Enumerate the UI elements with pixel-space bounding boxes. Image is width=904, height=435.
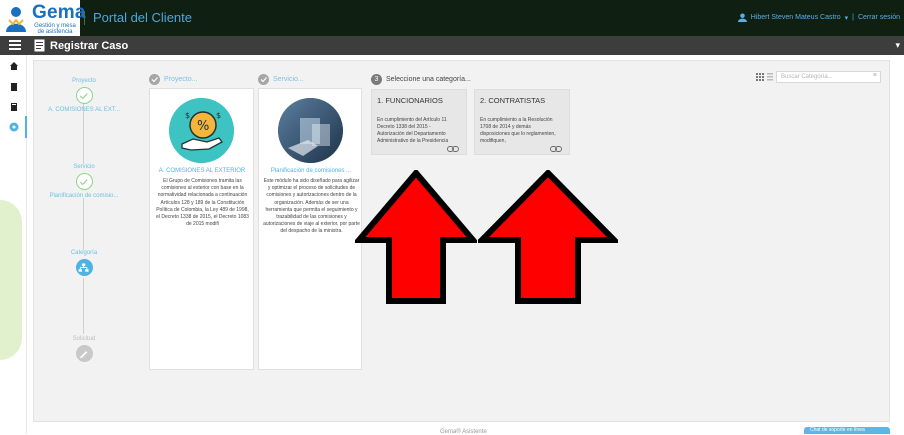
- red-arrow-left: [355, 170, 477, 304]
- service-column-title: Servicio...: [273, 76, 304, 83]
- user-menu[interactable]: Hibert Steven Mateus Castro ▾ | Cerrar s…: [737, 13, 900, 22]
- logo-title: Gema: [32, 2, 86, 23]
- chevron-down-icon[interactable]: ▾: [895, 40, 900, 51]
- background-decoration: [0, 200, 22, 360]
- service-card-title: Planificación de comisiones ...: [270, 168, 352, 174]
- project-card[interactable]: % $ $ A. COMISIONES AL EXTERIOR El Grupo…: [149, 88, 254, 370]
- stepper-line: [83, 104, 84, 164]
- logout-link[interactable]: Cerrar sesión: [858, 14, 900, 21]
- category-column-header: 3 Seleccione una categoría...: [371, 74, 471, 85]
- money-hand-icon: % $ $: [169, 98, 234, 163]
- footer-text: Gema® Asistente: [440, 429, 487, 435]
- separator: |: [852, 14, 854, 21]
- service-photo: [278, 98, 343, 163]
- stepper-line: [83, 278, 84, 334]
- svg-text:%: %: [197, 119, 209, 134]
- red-arrow-right: [478, 170, 618, 304]
- step-proyecto[interactable]: Proyecto A. COMISIONES AL EXT...: [38, 78, 130, 113]
- service-column-header: Servicio...: [258, 74, 304, 85]
- list-view-icon[interactable]: [767, 73, 773, 81]
- category-card-contratistas[interactable]: 2. CONTRATISTAS En cumplimiento a la Res…: [474, 89, 570, 155]
- pencil-icon: [75, 345, 93, 362]
- page-toolbar: [0, 36, 904, 55]
- logo[interactable]: Gema Gestión y mesa de asistencia: [0, 0, 85, 36]
- active-indicator: [25, 116, 27, 138]
- logo-person-icon: [6, 7, 26, 32]
- user-name[interactable]: Hibert Steven Mateus Castro: [751, 14, 841, 21]
- step-label: Servicio: [73, 164, 95, 170]
- clipboard-icon[interactable]: [9, 82, 19, 92]
- book-icon[interactable]: [9, 102, 19, 112]
- svg-text:$: $: [185, 111, 190, 120]
- category-description: En cumplimiento del Artículo 11 Decreto …: [377, 117, 449, 144]
- project-column-title: Proyecto...: [164, 76, 198, 83]
- step-label: Proyecto: [72, 78, 96, 84]
- logo-subtitle: Gestión y mesa de asistencia: [34, 23, 76, 35]
- step-value: Planificación de comisio...: [49, 193, 119, 199]
- service-card-description: Este módulo ha sido diseñado para agiliz…: [263, 178, 360, 235]
- check-icon: [75, 173, 93, 190]
- step-solicitud[interactable]: Solicitud: [38, 336, 130, 365]
- chevron-down-icon[interactable]: ▾: [845, 14, 849, 22]
- category-column-title: Seleccione una categoría...: [386, 76, 471, 83]
- clear-icon[interactable]: ×: [873, 72, 877, 79]
- portal-title: Portal del Cliente: [84, 11, 192, 25]
- category-title: 1. FUNCIONARIOS: [377, 96, 443, 105]
- check-icon: [258, 74, 269, 85]
- page-title: Registrar Caso: [50, 40, 129, 52]
- active-step-icon[interactable]: [9, 122, 19, 132]
- link-icon[interactable]: [447, 146, 459, 152]
- grid-view-icon[interactable]: [756, 73, 764, 81]
- support-chat-button[interactable]: Chat de soporte en línea: [804, 427, 890, 434]
- home-icon[interactable]: [9, 61, 19, 71]
- side-tab[interactable]: [896, 62, 904, 132]
- hamburger-menu-icon[interactable]: [9, 40, 21, 51]
- category-card-funcionarios[interactable]: 1. FUNCIONARIOS En cumplimiento del Artí…: [371, 89, 467, 155]
- category-title: 2. CONTRATISTAS: [480, 96, 546, 105]
- step-servicio[interactable]: Servicio Planificación de comisio...: [38, 164, 130, 199]
- check-icon: [75, 87, 93, 104]
- project-column-header: Proyecto...: [149, 74, 197, 85]
- service-card[interactable]: Planificación de comisiones ... Este mód…: [258, 88, 362, 370]
- project-card-description: El Grupo de Comisiones tramita las comis…: [156, 178, 249, 228]
- user-icon: [737, 13, 747, 22]
- support-chat-label: Chat de soporte en línea: [810, 427, 865, 433]
- category-search-input[interactable]: Buscar Categoría... ×: [776, 71, 881, 83]
- svg-text:$: $: [216, 111, 221, 120]
- sitemap-icon: [75, 259, 93, 276]
- check-icon: [149, 74, 160, 85]
- step-label: Categoría: [70, 250, 98, 256]
- link-icon[interactable]: [550, 146, 562, 152]
- step-number-badge: 3: [371, 74, 382, 85]
- step-value: A. COMISIONES AL EXT...: [48, 107, 120, 113]
- search-placeholder: Buscar Categoría...: [781, 74, 833, 80]
- step-categoria[interactable]: Categoría: [38, 250, 130, 279]
- project-card-title: A. COMISIONES AL EXTERIOR: [158, 168, 246, 174]
- stepper-line: [83, 198, 84, 250]
- category-description: En cumplimiento a la Resolución 1708 de …: [480, 117, 556, 144]
- document-icon: [34, 39, 45, 52]
- step-label: Solicitud: [72, 336, 96, 342]
